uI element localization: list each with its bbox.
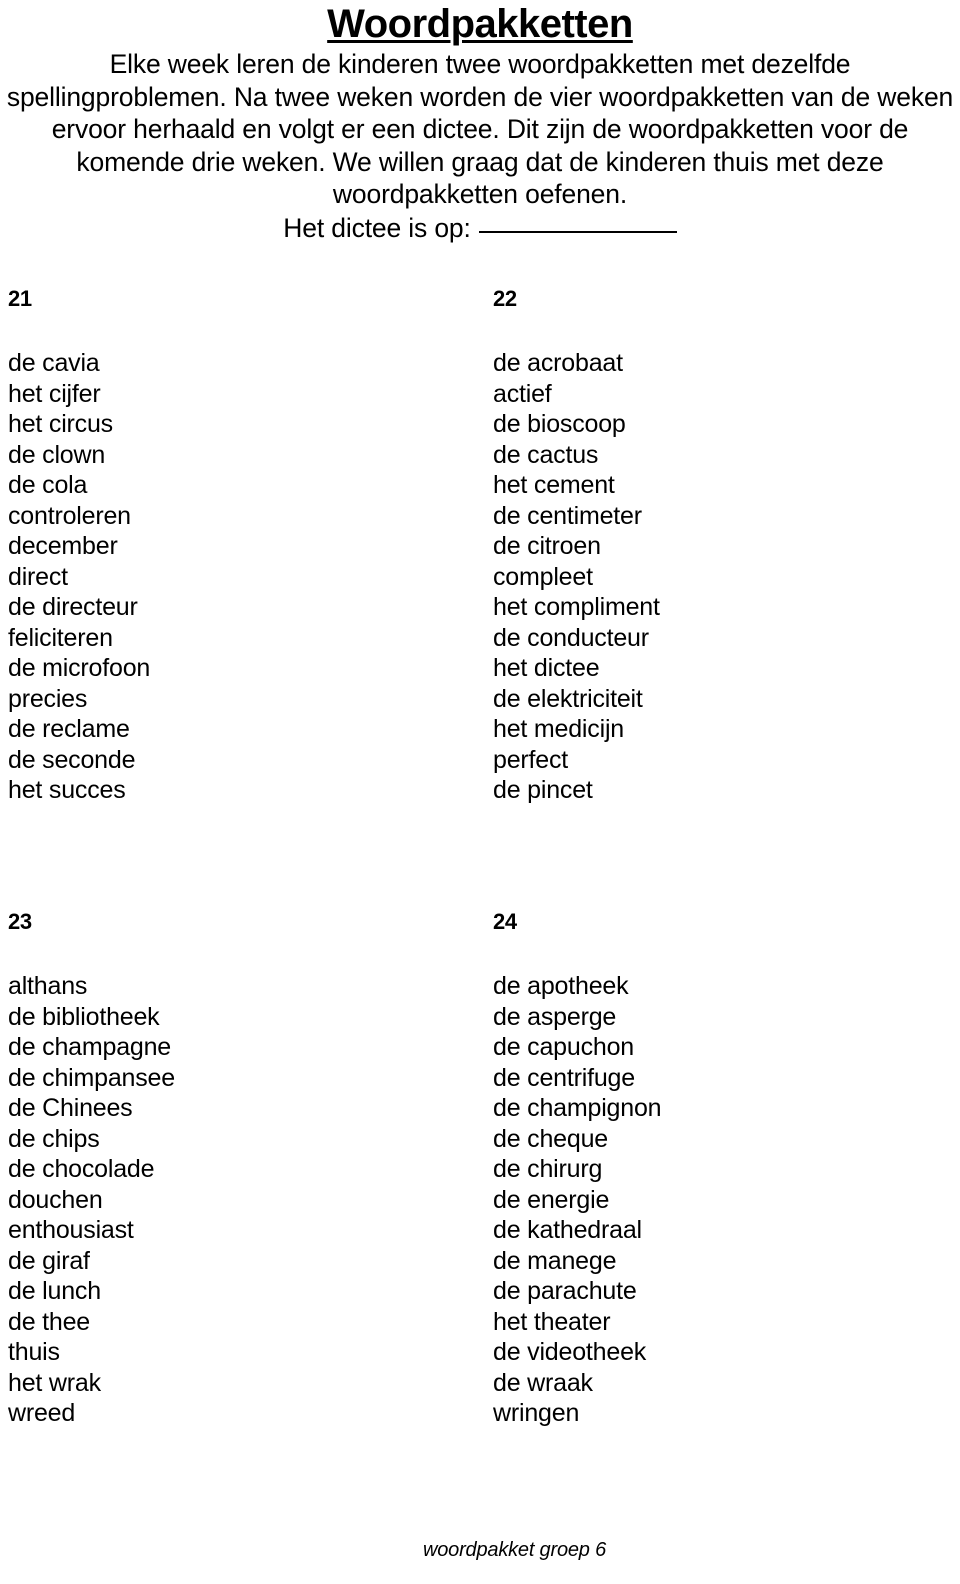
list-item: precies <box>8 684 88 713</box>
list-item: wreed <box>8 1399 76 1427</box>
list-item: compleet <box>493 562 593 591</box>
list-item: de chimpansee <box>8 1063 175 1092</box>
word-list-24: de apotheek de asperge de capuchon de ce… <box>493 971 662 1429</box>
packet-number-24: 24 <box>493 909 517 934</box>
document-header: Woordpakketten Elke week leren de kinder… <box>0 0 960 244</box>
list-item: douchen <box>8 1185 103 1214</box>
word-packet-24: 24 de apotheek de asperge de capuchon de… <box>493 909 662 1429</box>
footer-text: woordpakket groep 6 <box>423 1539 606 1561</box>
list-item: de microfoon <box>8 654 151 682</box>
list-item: de centrifuge <box>493 1063 635 1092</box>
list-item: de champagne <box>8 1033 172 1061</box>
list-item: het succes <box>8 776 126 804</box>
list-item: de Chinees <box>8 1094 133 1122</box>
word-list-21: de cavia het cijfer het circus de clown … <box>8 348 150 806</box>
list-item: de cola <box>8 471 88 499</box>
list-item: actief <box>493 379 552 408</box>
list-item: het compliment <box>493 593 660 621</box>
list-item: het dictee <box>493 654 600 682</box>
list-item: de asperge <box>493 1002 617 1031</box>
list-item: het medicijn <box>493 715 624 743</box>
list-item: de kathedraal <box>493 1216 642 1244</box>
list-item: de videotheek <box>493 1338 647 1366</box>
list-item: het cement <box>493 471 615 499</box>
dictee-date-line: Het dictee is op: <box>0 212 960 245</box>
list-item: de acrobaat <box>493 349 623 377</box>
list-item: de champignon <box>493 1094 662 1122</box>
list-item: de elektriciteit <box>493 684 643 713</box>
dictee-blank-field[interactable] <box>478 230 677 233</box>
list-item: de seconde <box>8 745 136 774</box>
list-item: de energie <box>493 1185 610 1214</box>
word-list-23: althans de bibliotheek de champagne de c… <box>8 971 175 1429</box>
page-title: Woordpakketten <box>327 2 633 46</box>
list-item: de conducteur <box>493 623 649 652</box>
packet-number-22: 22 <box>493 286 517 311</box>
list-item: de chirurg <box>493 1155 603 1183</box>
list-item: de clown <box>8 440 106 469</box>
list-item: perfect <box>493 745 569 774</box>
list-item: feliciteren <box>8 623 113 652</box>
list-item: de directeur <box>8 593 138 621</box>
list-item: de pincet <box>493 776 593 804</box>
word-packet-21: 21 de cavia het cijfer het circus de clo… <box>8 286 150 806</box>
list-item: de bibliotheek <box>8 1002 160 1031</box>
list-item: de capuchon <box>493 1033 634 1061</box>
list-item: de thee <box>8 1307 91 1336</box>
list-item: het theater <box>493 1307 611 1336</box>
list-item: de parachute <box>493 1277 637 1305</box>
list-item: enthousiast <box>8 1216 134 1244</box>
list-item: wringen <box>493 1399 580 1427</box>
list-item: de citroen <box>493 532 601 560</box>
document-footer: woordpakket groep 6 <box>0 1538 960 1562</box>
list-item: de chips <box>8 1124 100 1153</box>
list-item: de bioscoop <box>493 410 626 438</box>
word-packet-23: 23 althans de bibliotheek de champagne d… <box>8 909 175 1429</box>
list-item: de reclame <box>8 715 130 743</box>
list-item: de cheque <box>493 1124 608 1153</box>
word-list-22: de acrobaat actief de bioscoop de cactus… <box>493 348 660 806</box>
list-item: december <box>8 532 118 560</box>
list-item: de manege <box>493 1246 617 1275</box>
list-item: het cijfer <box>8 379 101 408</box>
list-item: de wraak <box>493 1368 593 1397</box>
packet-number-21: 21 <box>8 286 32 311</box>
list-item: direct <box>8 562 68 591</box>
list-item: het wrak <box>8 1368 101 1397</box>
list-item: de cactus <box>493 440 599 469</box>
list-item: thuis <box>8 1338 60 1366</box>
document-page: Woordpakketten Elke week leren de kinder… <box>0 0 960 1584</box>
dictee-label: Het dictee is op: <box>283 212 471 243</box>
list-item: de lunch <box>8 1277 101 1305</box>
list-item: althans <box>8 972 88 1000</box>
list-item: het circus <box>8 410 113 438</box>
list-item: de chocolade <box>8 1155 155 1183</box>
list-item: de centimeter <box>493 501 642 530</box>
packet-number-23: 23 <box>8 909 32 934</box>
list-item: de cavia <box>8 349 100 377</box>
word-packet-22: 22 de acrobaat actief de bioscoop de cac… <box>493 286 660 806</box>
intro-paragraph: Elke week leren de kinderen twee woordpa… <box>6 49 954 209</box>
list-item: controleren <box>8 501 131 530</box>
list-item: de apotheek <box>493 972 629 1000</box>
list-item: de giraf <box>8 1246 90 1275</box>
